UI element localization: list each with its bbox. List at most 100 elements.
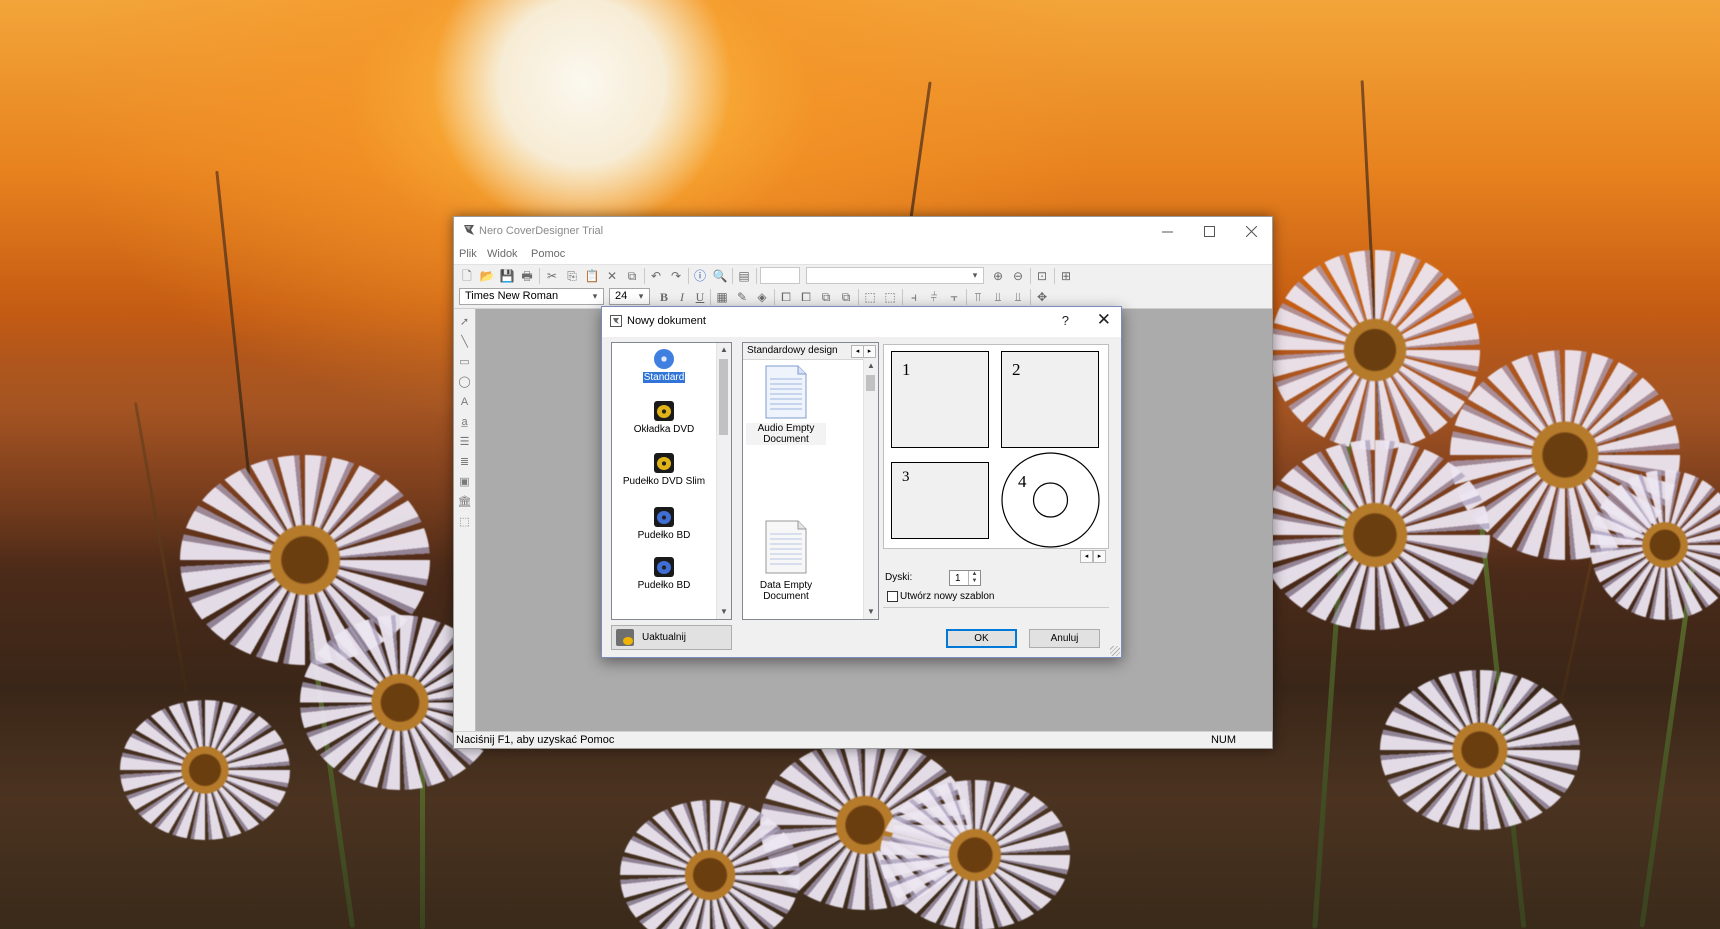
dialog-close-button[interactable]: ✕ (1097, 310, 1111, 330)
zoom-fit-icon[interactable]: ⊞ (1058, 268, 1074, 284)
list-item[interactable]: Standard (614, 349, 714, 383)
font-family-select[interactable]: Times New Roman ▾ (459, 288, 604, 305)
new-template-label[interactable]: Utwórz nowy szablon (900, 591, 994, 602)
info-icon[interactable]: ⓘ (692, 268, 708, 284)
pointer-icon[interactable]: ➚ (457, 315, 472, 330)
dialog-title-bar: Nowy dokument ? ✕ (602, 307, 1121, 337)
align-bottom-icon[interactable]: ⫫ (1010, 289, 1026, 305)
image-icon[interactable]: ▦ (714, 289, 730, 305)
zoom-in-icon[interactable]: ⊕ (990, 268, 1006, 284)
ok-button[interactable]: OK (946, 629, 1017, 648)
disks-label: Dyski: (885, 572, 913, 583)
object-combo[interactable] (760, 267, 800, 284)
new-file-icon[interactable]: 🗋 (459, 268, 475, 284)
artistic-text-icon[interactable]: a̲ (457, 415, 472, 430)
stepper-up-icon[interactable]: ▲ (969, 571, 980, 578)
list-tool-icon[interactable]: ☰ (457, 435, 472, 450)
list-item[interactable]: Pudełko BD (614, 557, 714, 591)
cut-icon[interactable]: ✂ (544, 268, 560, 284)
category-scrollbar[interactable]: ▲ ▼ (716, 343, 731, 619)
image-tool-icon[interactable]: ▣ (457, 475, 472, 490)
library-icon[interactable]: 🏛 (457, 495, 472, 510)
align-right-icon[interactable]: ⫟ (946, 289, 962, 305)
text-tool-icon[interactable]: A (457, 395, 472, 410)
scroll-thumb[interactable] (719, 359, 728, 435)
zoom-out-icon[interactable]: ⊖ (1010, 268, 1026, 284)
scroll-thumb[interactable] (866, 375, 875, 391)
bold-icon[interactable]: B (656, 289, 672, 305)
open-file-icon[interactable]: 📂 (479, 268, 495, 284)
help-button[interactable]: ? (1062, 313, 1069, 328)
list-item[interactable]: Pudełko DVD Slim (614, 453, 714, 487)
preview-prev-icon[interactable]: ◂ (1080, 550, 1093, 563)
scroll-up-icon[interactable]: ▲ (864, 359, 878, 373)
layer-combo[interactable]: ▾ (806, 267, 984, 284)
document-icon[interactable] (764, 365, 808, 419)
dvd-case-icon (654, 401, 674, 421)
save-icon[interactable]: 💾 (499, 268, 515, 284)
zoom-page-icon[interactable]: ⊡ (1034, 268, 1050, 284)
close-button[interactable] (1230, 217, 1272, 245)
minimize-button[interactable] (1146, 217, 1188, 245)
close-icon (1245, 225, 1257, 237)
template-scrollbar[interactable]: ▲ ▼ (863, 359, 878, 619)
list-item[interactable]: Okładka DVD (614, 401, 714, 435)
resize-grip[interactable] (1110, 646, 1120, 656)
line-tool-icon[interactable]: ╲ (457, 335, 472, 350)
delete-icon[interactable]: ✕ (604, 268, 620, 284)
scroll-down-icon[interactable]: ▼ (864, 605, 878, 619)
stepper-down-icon[interactable]: ▼ (969, 578, 980, 585)
field-tool-icon[interactable]: ⬚ (457, 515, 472, 530)
center-page-icon[interactable]: ✥ (1034, 289, 1050, 305)
send-back-icon[interactable]: ⧠ (798, 289, 814, 305)
fill-icon[interactable]: ◈ (754, 289, 770, 305)
maximize-button[interactable] (1188, 217, 1230, 245)
redo-icon[interactable]: ↷ (668, 268, 684, 284)
ellipse-tool-icon[interactable]: ◯ (457, 375, 472, 390)
rectangle-tool-icon[interactable]: ▭ (457, 355, 472, 370)
ungroup-icon[interactable]: ⬚ (882, 289, 898, 305)
chevron-down-icon: ▾ (972, 270, 978, 280)
tracklist-icon[interactable]: ≣ (457, 455, 472, 470)
undo-icon[interactable]: ↶ (648, 268, 664, 284)
bd-case-icon (654, 557, 674, 577)
layout-preview: 1 2 3 4 (883, 344, 1109, 549)
part-number: 1 (902, 360, 911, 379)
disks-stepper[interactable]: 1 ▲ ▼ (949, 570, 981, 586)
help-search-icon[interactable]: 🔍 (712, 268, 728, 284)
font-size-select[interactable]: 24 ▾ (609, 288, 650, 305)
copy-icon[interactable]: ⎘ (564, 268, 580, 284)
bring-front-icon[interactable]: ⧠ (778, 289, 794, 305)
template-list[interactable]: Standardowy design ◂ ▸ Audio Empty Docum… (742, 342, 879, 620)
align-top-icon[interactable]: ⫪ (970, 289, 986, 305)
list-item[interactable]: Pudełko BD (614, 507, 714, 541)
menu-pomoc[interactable]: Pomoc (531, 248, 565, 260)
group-icon[interactable]: ⬚ (862, 289, 878, 305)
new-template-checkbox[interactable] (887, 591, 898, 602)
menu-widok[interactable]: Widok (487, 248, 518, 260)
scroll-up-icon[interactable]: ▲ (717, 343, 731, 357)
daisy-flower (880, 780, 1070, 929)
pen-icon[interactable]: ✎ (734, 289, 750, 305)
document-icon[interactable] (764, 520, 808, 574)
forward-icon[interactable]: ⧉ (818, 289, 834, 305)
backward-icon[interactable]: ⧉ (838, 289, 854, 305)
properties-icon[interactable]: ▤ (736, 268, 752, 284)
align-middle-icon[interactable]: ⫫ (990, 289, 1006, 305)
cancel-button[interactable]: Anuluj (1029, 629, 1100, 648)
scroll-down-icon[interactable]: ▼ (717, 605, 731, 619)
preview-next-icon[interactable]: ▸ (1093, 550, 1106, 563)
update-button[interactable]: Uaktualnij (611, 625, 732, 650)
paste-icon[interactable]: 📋 (584, 268, 600, 284)
category-list[interactable]: Standard Okładka DVD Pudełko DVD Slim Pu… (611, 342, 732, 620)
toolbar-separator (1054, 268, 1055, 284)
underline-icon[interactable]: U (692, 289, 708, 305)
align-center-icon[interactable]: ⫩ (926, 289, 942, 305)
next-design-icon[interactable]: ▸ (863, 345, 876, 358)
italic-icon[interactable]: I (674, 289, 690, 305)
align-left-icon[interactable]: ⫞ (906, 289, 922, 305)
duplicate-icon[interactable]: ⧉ (624, 268, 640, 284)
menu-plik[interactable]: Plik (459, 248, 477, 260)
preview-part-front: 1 (891, 351, 989, 448)
print-icon[interactable]: 🖶 (519, 268, 535, 284)
